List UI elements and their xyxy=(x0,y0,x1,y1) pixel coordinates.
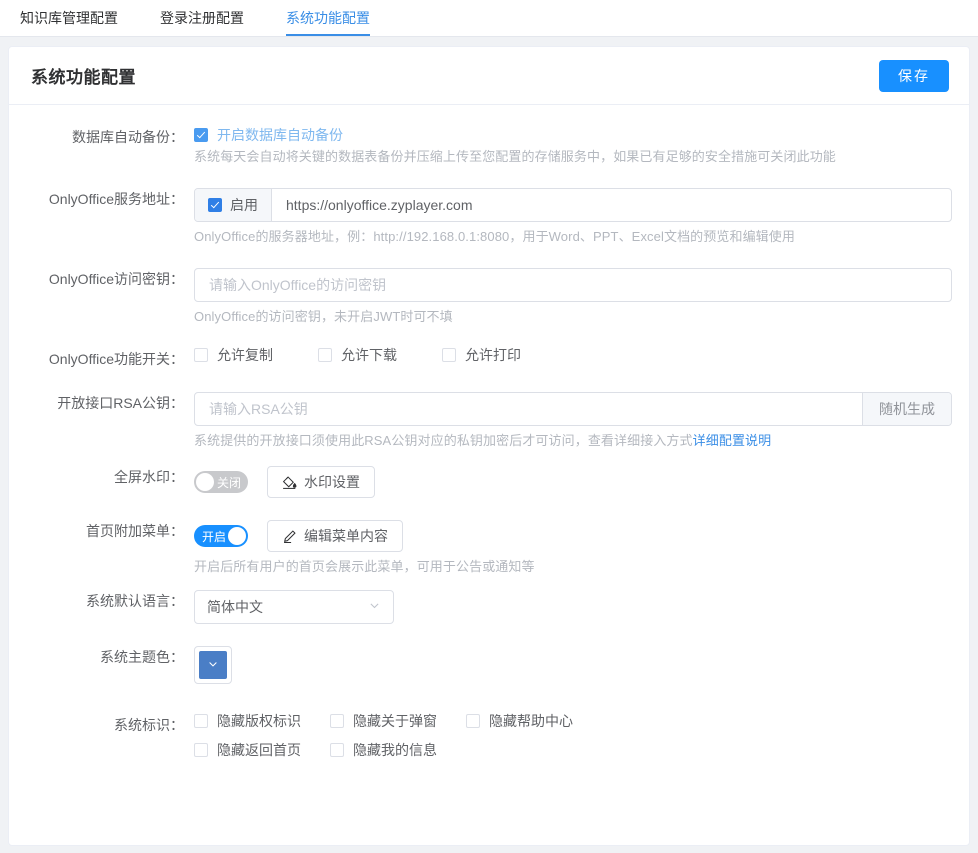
switch-home-menu-label: 开启 xyxy=(202,528,226,545)
checkbox-onlyoffice-enable[interactable]: 启用 xyxy=(208,198,258,212)
ink-bucket-icon xyxy=(282,475,297,490)
hint-db-backup: 系统每天会自动将关键的数据表备份并压缩上传至您配置的存储服务中，如果已有足够的安… xyxy=(194,148,949,166)
form-row-onlyoffice-url: OnlyOffice服务地址： 启用 OnlyOffice的服务器地址，例：ht… xyxy=(29,188,949,246)
onlyoffice-key-input[interactable] xyxy=(195,269,951,301)
switch-knob xyxy=(228,527,246,545)
tab-login-config[interactable]: 登录注册配置 xyxy=(160,0,244,36)
checkbox-onlyoffice-enable-label: 启用 xyxy=(230,198,258,212)
checkbox-db-backup-label: 开启数据库自动备份 xyxy=(217,128,343,142)
watermark-settings-button[interactable]: 水印设置 xyxy=(267,466,375,498)
label-watermark: 全屏水印： xyxy=(29,466,194,488)
checkbox-allow-print-label: 允许打印 xyxy=(465,348,521,362)
label-rsa-key: 开放接口RSA公钥： xyxy=(29,392,194,414)
system-config-card: 系统功能配置 保存 数据库自动备份： 开启数据库自动备份 系统每天会自动将关键的… xyxy=(8,46,970,846)
checkbox-hide-copyright[interactable]: 隐藏版权标识 xyxy=(194,714,330,728)
chevron-down-icon xyxy=(207,658,219,673)
checkbox-box-icon xyxy=(330,743,344,757)
label-theme-color: 系统主题色： xyxy=(29,646,194,668)
label-onlyoffice-switch: OnlyOffice功能开关： xyxy=(29,348,194,370)
rsa-key-input[interactable] xyxy=(195,393,862,425)
checkbox-db-backup[interactable]: 开启数据库自动备份 xyxy=(194,128,343,142)
label-onlyoffice-url: OnlyOffice服务地址： xyxy=(29,188,194,210)
hint-onlyoffice-key: OnlyOffice的访问密钥，未开启JWT时可不填 xyxy=(194,308,949,326)
input-group-onlyoffice-url: 启用 xyxy=(194,188,952,222)
checkbox-hide-about-dialog[interactable]: 隐藏关于弹窗 xyxy=(330,714,466,728)
tab-knowledge-config[interactable]: 知识库管理配置 xyxy=(20,0,118,36)
checkbox-allow-copy-label: 允许复制 xyxy=(217,348,273,362)
label-onlyoffice-key: OnlyOffice访问密钥： xyxy=(29,268,194,290)
chevron-down-icon xyxy=(368,599,381,615)
checkbox-box-icon xyxy=(466,714,480,728)
language-select-value: 简体中文 xyxy=(207,597,263,617)
onlyoffice-url-input[interactable] xyxy=(272,189,951,221)
form-row-home-menu: 首页附加菜单： 开启 编辑菜单内容 xyxy=(29,520,949,576)
checkbox-box-icon xyxy=(194,714,208,728)
checkbox-box-icon xyxy=(442,348,456,362)
checkbox-hide-back-home[interactable]: 隐藏返回首页 xyxy=(194,743,330,757)
form-row-db-backup: 数据库自动备份： 开启数据库自动备份 系统每天会自动将关键的数据表备份并压缩上传… xyxy=(29,126,949,166)
edit-menu-content-label: 编辑菜单内容 xyxy=(304,526,388,546)
form-row-watermark: 全屏水印： 关闭 xyxy=(29,466,949,498)
input-group-rsa-key: 随机生成 xyxy=(194,392,952,426)
page-title: 系统功能配置 xyxy=(31,63,136,88)
onlyoffice-enable-prepend[interactable]: 启用 xyxy=(195,189,272,221)
checkbox-box-icon xyxy=(194,128,208,142)
form-row-onlyoffice-key: OnlyOffice访问密钥： OnlyOffice的访问密钥，未开启JWT时可… xyxy=(29,268,949,326)
checkbox-box-icon xyxy=(194,743,208,757)
checkbox-box-icon xyxy=(194,348,208,362)
theme-color-picker[interactable] xyxy=(194,646,232,684)
generate-rsa-button[interactable]: 随机生成 xyxy=(862,393,951,425)
checkbox-box-icon xyxy=(318,348,332,362)
hint-onlyoffice-url: OnlyOffice的服务器地址，例：http://192.168.0.1:80… xyxy=(194,228,949,246)
system-flags-row-2: 隐藏返回首页 隐藏我的信息 xyxy=(194,743,949,757)
form-row-language: 系统默认语言： 简体中文 xyxy=(29,590,949,624)
label-language: 系统默认语言： xyxy=(29,590,194,612)
checkbox-hide-back-home-label: 隐藏返回首页 xyxy=(217,743,301,757)
pencil-icon xyxy=(282,529,297,544)
hint-rsa-key-text: 系统提供的开放接口须使用此RSA公钥对应的私钥加密后才可访问，查看详细接入方式 xyxy=(194,433,693,448)
card-header: 系统功能配置 保存 xyxy=(9,47,969,105)
switch-knob xyxy=(196,473,214,491)
form-row-theme-color: 系统主题色： xyxy=(29,646,949,684)
label-home-menu: 首页附加菜单： xyxy=(29,520,194,542)
checkbox-box-icon xyxy=(208,198,222,212)
checkbox-hide-help-center[interactable]: 隐藏帮助中心 xyxy=(466,714,602,728)
checkbox-hide-my-info[interactable]: 隐藏我的信息 xyxy=(330,743,466,757)
checkbox-allow-print[interactable]: 允许打印 xyxy=(442,348,521,362)
label-db-backup: 数据库自动备份： xyxy=(29,126,194,148)
settings-form: 数据库自动备份： 开启数据库自动备份 系统每天会自动将关键的数据表备份并压缩上传… xyxy=(9,105,969,757)
language-select[interactable]: 简体中文 xyxy=(194,590,394,624)
rsa-config-doc-link[interactable]: 详细配置说明 xyxy=(693,433,772,448)
switch-watermark[interactable]: 关闭 xyxy=(194,471,248,493)
switch-home-menu[interactable]: 开启 xyxy=(194,525,248,547)
theme-color-swatch xyxy=(199,651,227,679)
label-system-flags: 系统标识： xyxy=(29,714,194,736)
save-button[interactable]: 保存 xyxy=(879,60,949,92)
hint-home-menu: 开启后所有用户的首页会展示此菜单，可用于公告或通知等 xyxy=(194,558,949,576)
switch-watermark-label: 关闭 xyxy=(217,474,241,491)
tab-system-config[interactable]: 系统功能配置 xyxy=(286,0,370,36)
checkbox-hide-help-center-label: 隐藏帮助中心 xyxy=(489,714,573,728)
form-row-onlyoffice-switch: OnlyOffice功能开关： 允许复制 允许下载 允许打印 xyxy=(29,348,949,370)
checkbox-allow-copy[interactable]: 允许复制 xyxy=(194,348,273,362)
checkbox-group-onlyoffice: 允许复制 允许下载 允许打印 xyxy=(194,348,949,362)
edit-menu-content-button[interactable]: 编辑菜单内容 xyxy=(267,520,403,552)
hint-rsa-key: 系统提供的开放接口须使用此RSA公钥对应的私钥加密后才可访问，查看详细接入方式详… xyxy=(194,432,949,450)
form-row-system-flags: 系统标识： 隐藏版权标识 隐藏关于弹窗 隐藏帮助中心 xyxy=(29,714,949,757)
checkbox-allow-download[interactable]: 允许下载 xyxy=(318,348,397,362)
checkbox-hide-about-dialog-label: 隐藏关于弹窗 xyxy=(353,714,437,728)
checkbox-allow-download-label: 允许下载 xyxy=(341,348,397,362)
checkbox-hide-my-info-label: 隐藏我的信息 xyxy=(353,743,437,757)
tab-bar: 知识库管理配置 登录注册配置 系统功能配置 xyxy=(0,0,978,37)
watermark-settings-label: 水印设置 xyxy=(304,472,360,492)
form-row-rsa-key: 开放接口RSA公钥： 随机生成 系统提供的开放接口须使用此RSA公钥对应的私钥加… xyxy=(29,392,949,450)
checkbox-hide-copyright-label: 隐藏版权标识 xyxy=(217,714,301,728)
input-group-onlyoffice-key xyxy=(194,268,952,302)
system-flags-row-1: 隐藏版权标识 隐藏关于弹窗 隐藏帮助中心 xyxy=(194,714,949,728)
checkbox-box-icon xyxy=(330,714,344,728)
